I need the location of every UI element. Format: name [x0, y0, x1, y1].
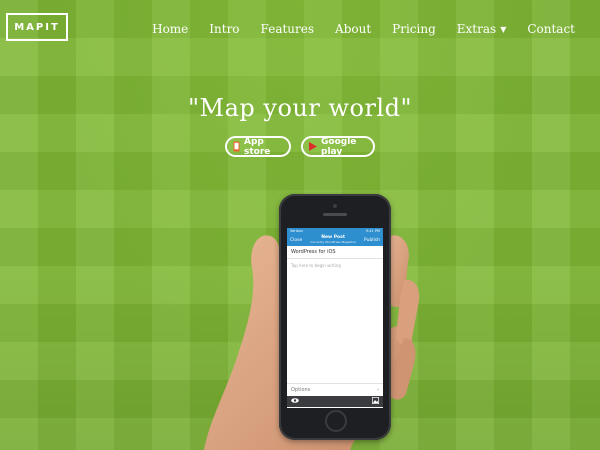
nav-item-extras-label: Extras	[456, 22, 497, 36]
chevron-right-icon: ›	[377, 387, 379, 393]
nav-item-pricing[interactable]: Pricing	[392, 22, 436, 36]
editor-header: Close New Post Currently WordPress Magaz…	[287, 234, 383, 246]
status-time: 9:41 PM	[365, 229, 380, 233]
phone-speaker	[323, 213, 347, 216]
status-carrier: Verizon	[290, 229, 303, 233]
logo-text: MAPIT	[14, 21, 60, 33]
play-icon	[309, 142, 317, 151]
editor-subtitle: Currently WordPress Magazine	[310, 240, 356, 244]
nav-item-about[interactable]: About	[335, 22, 371, 36]
options-label: Options	[291, 387, 311, 393]
app-store-label: App store	[244, 136, 271, 157]
store-buttons: App store Google play	[0, 136, 600, 157]
nav-item-home[interactable]: Home	[152, 22, 188, 36]
chevron-down-icon: ▼	[500, 24, 507, 34]
editor-title-block: New Post Currently WordPress Magazine	[310, 235, 356, 245]
google-play-label: Google play	[321, 136, 357, 157]
brand-logo[interactable]: MAPIT	[6, 13, 68, 41]
publish-button[interactable]: Publish	[364, 238, 380, 243]
app-store-button[interactable]: App store	[225, 136, 291, 157]
post-title-field[interactable]: WordPress for iOS	[287, 246, 383, 259]
phone-camera	[333, 204, 337, 208]
nav-item-contact[interactable]: Contact	[527, 22, 575, 36]
close-button[interactable]: Close	[290, 238, 302, 243]
phone-mockup: Verizon 9:41 PM Close New Post Currently…	[279, 194, 391, 440]
main-nav: Home Intro Features About Pricing Extras…	[131, 22, 575, 36]
options-row[interactable]: Options ›	[287, 383, 383, 396]
phone-icon	[233, 141, 240, 152]
image-icon[interactable]	[371, 396, 380, 406]
eye-icon[interactable]	[291, 398, 299, 405]
phone-home-button	[325, 410, 347, 432]
nav-item-intro[interactable]: Intro	[209, 22, 239, 36]
nav-item-extras[interactable]: Extras ▼	[457, 22, 507, 36]
post-body-field[interactable]: Tap here to begin writing	[287, 259, 383, 383]
phone-screen: Verizon 9:41 PM Close New Post Currently…	[287, 228, 383, 408]
hero-headline: "Map your world"	[187, 94, 413, 122]
google-play-button[interactable]: Google play	[301, 136, 375, 157]
nav-item-features[interactable]: Features	[261, 22, 314, 36]
editor-toolbar	[287, 396, 383, 407]
